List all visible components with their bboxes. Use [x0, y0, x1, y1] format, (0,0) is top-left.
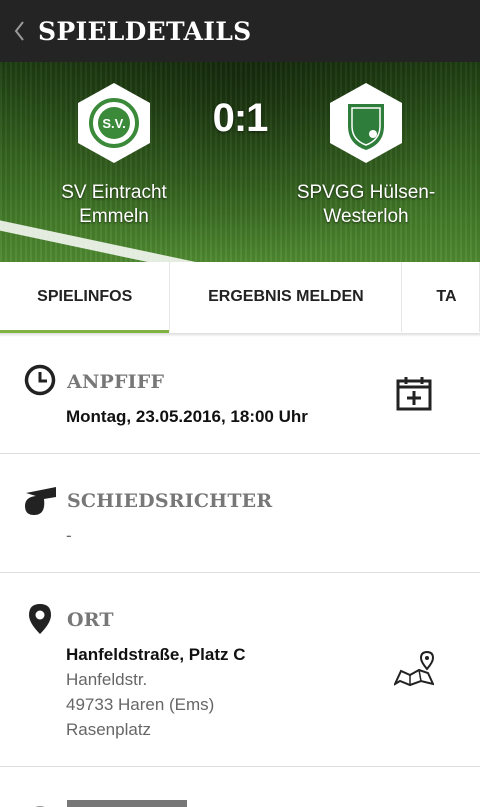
kickoff-datetime: Montag, 23.05.2016, 18:00 Uhr [66, 407, 308, 426]
page-title: SPIELDETAILS [38, 16, 252, 46]
tab-tabelle[interactable]: TA [402, 262, 480, 332]
location-venue: Hanfeldstraße, Platz C [66, 645, 246, 664]
away-team-name-line1: SPVGG Hülsen- [296, 182, 436, 203]
home-team-name-line2: Emmeln [79, 206, 149, 227]
back-button[interactable] [0, 0, 34, 62]
tab-spielinfos[interactable]: SPIELINFOS [0, 262, 171, 334]
home-team-name: SV Eintracht Emmeln [24, 181, 204, 229]
next-section-icon [35, 806, 45, 807]
kickoff-section: ANPFIFF Montag, 23.05.2016, 18:00 Uhr [0, 337, 480, 454]
next-section-heading-peek [67, 800, 187, 807]
calendar-add-icon[interactable] [396, 375, 436, 411]
referee-section: SCHIEDSRICHTER - [0, 454, 480, 573]
match-score: 0:1 [212, 96, 269, 140]
location-heading: ORT [67, 609, 114, 631]
location-street: Hanfeldstr. [66, 670, 148, 689]
chevron-left-icon [14, 21, 24, 41]
svg-text:S.V.: S.V. [102, 116, 125, 131]
tab-ergebnis-melden[interactable]: ERGEBNIS MELDEN [170, 262, 403, 332]
app-header: SPIELDETAILS [0, 0, 480, 62]
location-city: 49733 Haren (Ems) [66, 695, 215, 714]
kickoff-heading: ANPFIFF [67, 371, 165, 393]
referee-name: - [66, 526, 72, 545]
home-team-crest-icon: S.V. [78, 83, 150, 163]
referee-heading: SCHIEDSRICHTER [67, 490, 273, 512]
home-team[interactable]: S.V. SV Eintracht Emmeln [24, 82, 204, 229]
away-team-name-line2: Westerloh [323, 206, 409, 227]
match-banner: S.V. SV Eintracht Emmeln 0:1 SPVGG Hülse… [0, 62, 480, 262]
map-navigation-icon[interactable] [394, 651, 434, 687]
home-team-name-line1: SV Eintracht [61, 182, 167, 203]
away-team[interactable]: SPVGG Hülsen- Westerloh [276, 82, 456, 229]
away-team-name: SPVGG Hülsen- Westerloh [276, 181, 456, 229]
whistle-icon [25, 487, 56, 515]
location-surface: Rasenplatz [66, 720, 152, 739]
tab-bar: SPIELINFOS ERGEBNIS MELDEN TA [0, 262, 480, 334]
location-section: ORT Hanfeldstraße, Platz C Hanfeldstr. 4… [0, 573, 480, 767]
map-pin-icon [29, 604, 51, 634]
next-section-peek [0, 768, 480, 807]
clock-icon [24, 364, 56, 396]
away-team-crest-icon [330, 83, 402, 163]
